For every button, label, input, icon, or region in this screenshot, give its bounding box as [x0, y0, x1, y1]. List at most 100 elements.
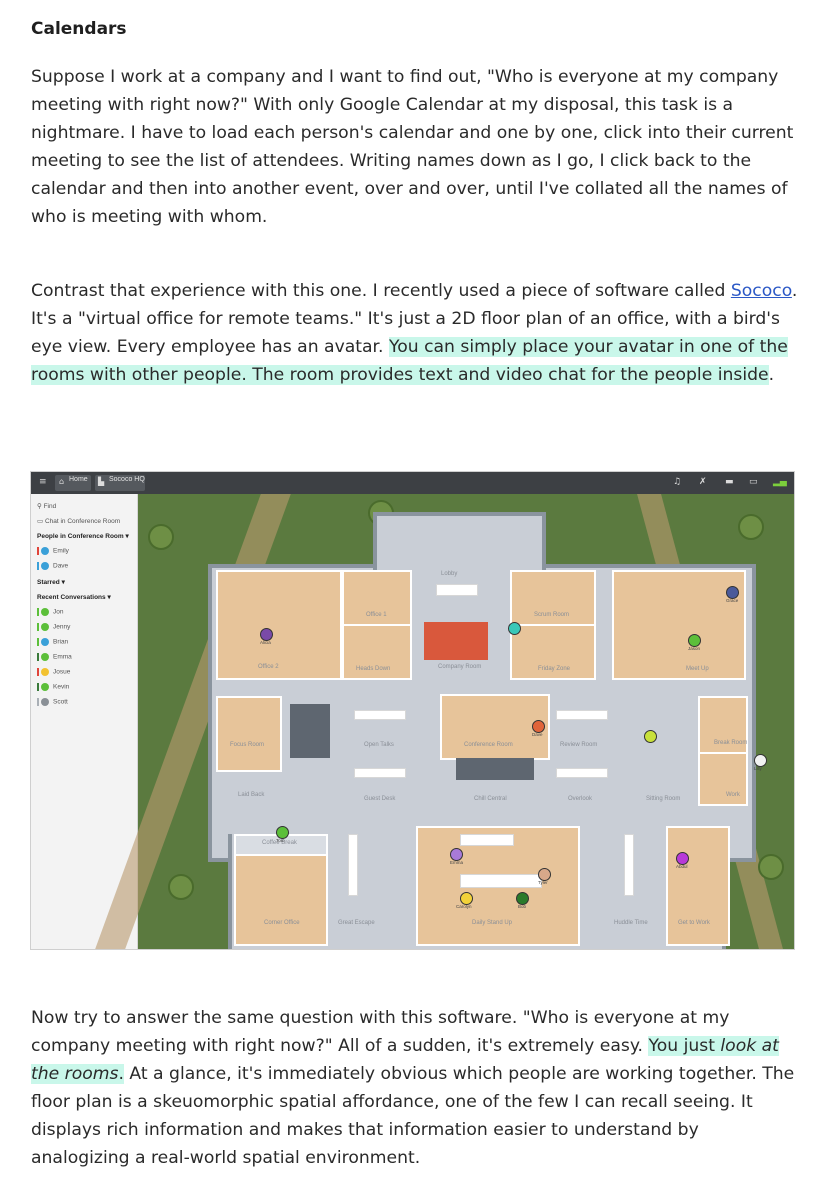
person-name: Kevin — [53, 683, 70, 691]
app-topbar: ≡ ⌂ Home ▙ Sococo HQ ♫ ✗ ▬ ▭ ▂▄ — [31, 472, 794, 494]
room-label: Office 1 — [366, 612, 387, 618]
room-label: Friday Zone — [538, 666, 571, 672]
rug — [424, 622, 488, 660]
avatar-name: Tyler — [538, 880, 548, 885]
people-header-label: People in Conference Room — [37, 533, 124, 540]
sococo-screenshot: ≡ ⌂ Home ▙ Sococo HQ ♫ ✗ ▬ ▭ ▂▄ ⚲ Find ▭… — [30, 471, 795, 950]
room-label: Laid Back — [238, 792, 265, 798]
recent-header[interactable]: Recent Conversations ▾ — [37, 593, 111, 601]
rug — [456, 758, 534, 780]
recent-row[interactable]: Scott — [37, 698, 68, 706]
avatar-name: Bob — [518, 904, 527, 909]
room-label: Chill Central — [474, 796, 507, 802]
desk — [460, 834, 514, 846]
room-label: Meet Up — [686, 666, 709, 672]
avatar-name: Jason — [688, 646, 701, 651]
room-meet-up[interactable] — [612, 570, 746, 680]
recent-row[interactable]: Emma — [37, 653, 72, 661]
avatar-name: Grace — [726, 598, 739, 603]
room-label: Great Escape — [338, 920, 375, 926]
person-name: Jon — [53, 608, 64, 616]
room-label: Get to Work — [678, 920, 710, 926]
starred-label: Starred — [37, 579, 60, 586]
recent-row[interactable]: Jon — [37, 608, 63, 616]
text: . — [768, 365, 775, 385]
room-label: Break Room — [714, 740, 748, 746]
building-icon: ▙ — [98, 477, 105, 486]
room-office2[interactable] — [216, 570, 342, 680]
person-name: Scott — [53, 698, 68, 706]
find-label: Find — [43, 503, 57, 510]
text: At a glance, it's immediately obvious wh… — [31, 1064, 795, 1168]
room-work[interactable] — [698, 752, 748, 806]
avatar-name: Abdul — [676, 864, 688, 869]
paragraph-calendars: Suppose I work at a company and I want t… — [31, 67, 794, 227]
room-label: Company Room — [438, 664, 482, 670]
avatar-name: Lilly — [754, 766, 762, 771]
video-off-icon[interactable]: ▬ — [725, 477, 734, 487]
text: Contrast that experience with this one. … — [31, 281, 731, 301]
room-label: Heads Down — [356, 666, 391, 672]
people-header[interactable]: People in Conference Room ▾ — [37, 532, 129, 540]
recent-row[interactable]: Brian — [37, 638, 68, 646]
screen-share-icon[interactable]: ▭ — [749, 477, 758, 487]
headphones-icon[interactable]: ♫ — [673, 477, 681, 487]
person-row[interactable]: Dave — [37, 562, 68, 570]
tree — [738, 514, 764, 540]
room-focus[interactable] — [216, 696, 282, 772]
desk — [354, 710, 406, 720]
text: Now try to answer the same question with… — [31, 1008, 730, 1056]
starred-header[interactable]: Starred ▾ — [37, 578, 65, 586]
text: You just — [648, 1036, 721, 1056]
recent-row[interactable]: Josue — [37, 668, 70, 676]
room-label: Overlook — [568, 796, 593, 802]
recent-label: Recent Conversations — [37, 594, 106, 601]
room-label: Corner Office — [264, 920, 300, 926]
room-label: Guest Desk — [364, 796, 396, 802]
recent-row[interactable]: Jenny — [37, 623, 70, 631]
chat-row[interactable]: ▭ Chat in Conference Room — [37, 517, 120, 525]
room-label: Daily Stand Up — [472, 920, 513, 926]
recent-row[interactable]: Kevin — [37, 683, 69, 691]
paragraph-sococo: Contrast that experience with this one. … — [31, 277, 801, 389]
room-label: Work — [726, 792, 740, 798]
menu-icon[interactable]: ≡ — [39, 477, 47, 487]
rug — [290, 704, 330, 758]
sococo-link[interactable]: Sococo — [731, 281, 792, 301]
person-name: Emma — [53, 653, 72, 661]
office-label: Sococo HQ — [109, 476, 145, 483]
desk — [556, 710, 608, 720]
person-name: Brian — [53, 638, 69, 646]
floor-plan-map: Office 2 Office 1 Heads Down Lobby Compa… — [95, 494, 794, 949]
chat-icon: ▭ — [37, 518, 45, 525]
search-icon: ⚲ — [37, 503, 44, 510]
desk — [354, 768, 406, 778]
room-get-to-work[interactable] — [666, 826, 730, 946]
home-icon: ⌂ — [59, 477, 65, 486]
section-heading: Calendars — [31, 19, 127, 39]
desk — [348, 834, 358, 896]
avatar-name: Dave — [532, 732, 543, 737]
room-label: Huddle Time — [614, 920, 648, 926]
person-name: Josue — [53, 668, 71, 676]
chat-label: Chat in Conference Room — [44, 518, 121, 525]
find-row[interactable]: ⚲ Find — [37, 502, 56, 510]
person-name: Jenny — [53, 623, 71, 631]
avatar[interactable] — [644, 730, 657, 743]
room-label: Office 2 — [258, 664, 279, 670]
avatar-name: Alicia — [260, 640, 271, 645]
room-label: Sitting Room — [646, 796, 681, 802]
mic-muted-icon[interactable]: ✗ — [699, 477, 707, 487]
paragraph-conclusion: Now try to answer the same question with… — [31, 1004, 801, 1172]
signal-icon: ▂▄ — [773, 477, 787, 487]
person-name: Dave — [53, 562, 69, 570]
room-label: Review Room — [560, 742, 598, 748]
tree — [168, 874, 194, 900]
avatar[interactable] — [508, 622, 521, 635]
desk — [460, 874, 542, 888]
person-row[interactable]: Emily — [37, 547, 69, 555]
avatar-name: Tom — [276, 838, 285, 843]
room-label: Open Talks — [364, 742, 394, 748]
room-corner[interactable] — [234, 854, 328, 946]
desk — [624, 834, 634, 896]
